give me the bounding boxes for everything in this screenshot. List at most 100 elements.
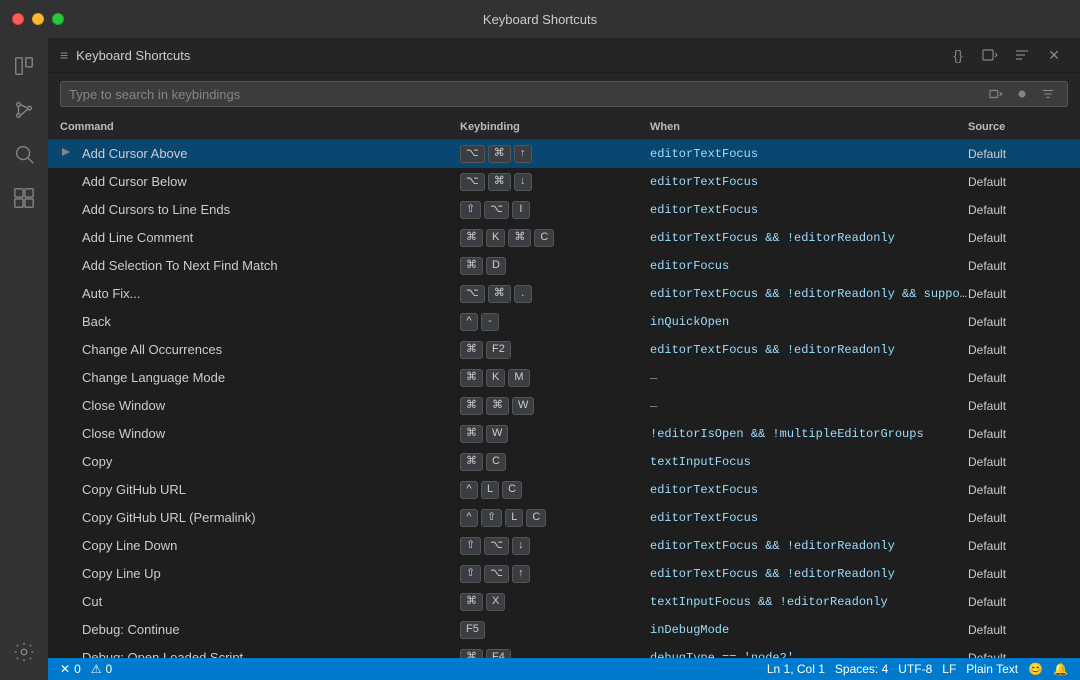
close-panel-btn[interactable]: ✕ [1040,44,1068,66]
sidebar-item-extensions[interactable] [4,178,44,218]
when-cell: editorTextFocus [650,511,968,525]
table-row[interactable]: Add Line Comment⌘K⌘CeditorTextFocus && !… [48,224,1080,252]
table-row[interactable]: Debug: ContinueF5inDebugModeDefault [48,616,1080,644]
table-body: Add Cursor Above⌥⌘↑editorTextFocusDefaul… [48,140,1080,658]
sidebar-item-settings[interactable] [4,632,44,672]
source-cell: Default [968,399,1068,413]
feedback-icon[interactable]: 😊 [1024,662,1047,676]
kbd-key: W [512,397,534,415]
kbd-key: L [481,481,499,499]
filter-search-icon[interactable] [1037,85,1059,103]
close-window-btn[interactable] [12,13,24,25]
kbd-key: ^ [460,509,478,527]
table-row[interactable]: Add Cursors to Line Ends⇧⌥IeditorTextFoc… [48,196,1080,224]
keybinding-cell: ⌘F4 [460,649,650,659]
activity-bar [0,38,48,680]
warning-count: 0 [106,662,113,676]
error-status[interactable]: ✕ 0 ⚠ 0 [56,658,116,680]
kbd-key: F2 [486,341,511,359]
table-row[interactable]: Add Selection To Next Find Match⌘Deditor… [48,252,1080,280]
source-cell: Default [968,231,1068,245]
traffic-lights[interactable] [12,13,64,25]
when-cell: textInputFocus && !editorReadonly [650,595,968,609]
keybinding-cell: ⇧⌥↓ [460,537,650,555]
maximize-window-btn[interactable] [52,13,64,25]
source-cell: Default [968,175,1068,189]
kbd-key: C [526,509,546,527]
search-bar-icons [985,85,1059,103]
table-row[interactable]: Cut⌘XtextInputFocus && !editorReadonlyDe… [48,588,1080,616]
command-label: Cut [82,594,102,609]
command-cell: Back [60,314,460,329]
source-cell: Default [968,455,1068,469]
keybinding-cell: ⌘K⌘C [460,229,650,247]
sidebar-item-search[interactable] [4,134,44,174]
keybinding-cell: ⇧⌥↑ [460,565,650,583]
table-row[interactable]: Copy GitHub URL (Permalink)^⇧LCeditorTex… [48,504,1080,532]
status-right: Ln 1, Col 1 Spaces: 4 UTF-8 LF Plain Tex… [763,662,1072,676]
keyboard-search-icon[interactable] [985,85,1007,103]
search-input[interactable] [69,87,977,102]
when-cell: — [650,371,968,385]
kbd-key: ⇧ [460,537,481,555]
table-row[interactable]: Copy Line Up⇧⌥↑editorTextFocus && !edito… [48,560,1080,588]
record-keys-btn[interactable] [976,44,1004,66]
kbd-key: ⌘ [460,593,483,611]
when-cell: — [650,399,968,413]
sidebar-item-source-control[interactable] [4,90,44,130]
kbd-key: ⌘ [508,229,531,247]
table-row[interactable]: Auto Fix...⌥⌘.editorTextFocus && !editor… [48,280,1080,308]
table-row[interactable]: Copy Line Down⇧⌥↓editorTextFocus && !edi… [48,532,1080,560]
table-row[interactable]: Close Window⌘⌘W—Default [48,392,1080,420]
kbd-key: X [486,593,505,611]
spaces-status[interactable]: Spaces: 4 [831,662,892,676]
command-label: Add Line Comment [82,230,193,245]
kbd-key: W [486,425,508,443]
command-label: Close Window [82,398,165,413]
kbd-key: I [512,201,530,219]
command-label: Close Window [82,426,165,441]
sort-btn[interactable] [1008,44,1036,66]
language-mode-status[interactable]: Plain Text [962,662,1022,676]
command-label: Back [82,314,111,329]
table-row[interactable]: Change Language Mode⌘KM—Default [48,364,1080,392]
line-ending-status[interactable]: LF [938,662,960,676]
line-ending-text: LF [942,662,956,676]
language-mode-text: Plain Text [966,662,1018,676]
sidebar-item-explorer[interactable] [4,46,44,86]
cursor-position-status[interactable]: Ln 1, Col 1 [763,662,829,676]
encoding-status[interactable]: UTF-8 [894,662,936,676]
kbd-key: ↓ [512,537,530,555]
kbd-key: ⌘ [460,369,483,387]
when-cell: inQuickOpen [650,315,968,329]
table-row[interactable]: Copy⌘CtextInputFocusDefault [48,448,1080,476]
source-cell: Default [968,315,1068,329]
kbd-key: ^ [460,313,478,331]
source-cell: Default [968,511,1068,525]
kbd-key: ^ [460,481,478,499]
kbd-key: ↑ [514,145,532,163]
when-cell: editorTextFocus [650,203,968,217]
kbd-key: ⌘ [460,397,483,415]
keybinding-cell: ⇧⌥I [460,201,650,219]
table-row[interactable]: Debug: Open Loaded Script⌘F4debugType ==… [48,644,1080,658]
keybinding-cell: ⌘⌘W [460,397,650,415]
table-row[interactable]: Back^-inQuickOpenDefault [48,308,1080,336]
table-row[interactable]: Add Cursor Below⌥⌘↓editorTextFocusDefaul… [48,168,1080,196]
record-search-icon[interactable] [1011,85,1033,103]
table-row[interactable]: Add Cursor Above⌥⌘↑editorTextFocusDefaul… [48,140,1080,168]
command-label: Copy Line Up [82,566,161,581]
kbd-key: K [486,229,505,247]
table-row[interactable]: Close Window⌘W!editorIsOpen && !multiple… [48,420,1080,448]
shortcuts-table[interactable]: Command Keybinding When Source Add Curso… [48,115,1080,658]
minimize-window-btn[interactable] [32,13,44,25]
table-row[interactable]: Copy GitHub URL^LCeditorTextFocusDefault [48,476,1080,504]
source-cell: Default [968,651,1068,659]
keybinding-cell: F5 [460,621,650,639]
notification-bell-icon[interactable]: 🔔 [1049,662,1072,676]
kbd-key: ⌥ [484,565,509,583]
kbd-key: ⌘ [460,257,483,275]
table-row[interactable]: Change All Occurrences⌘F2editorTextFocus… [48,336,1080,364]
open-keybindings-json-btn[interactable]: {} [944,44,972,66]
kbd-key: ↓ [514,173,532,191]
